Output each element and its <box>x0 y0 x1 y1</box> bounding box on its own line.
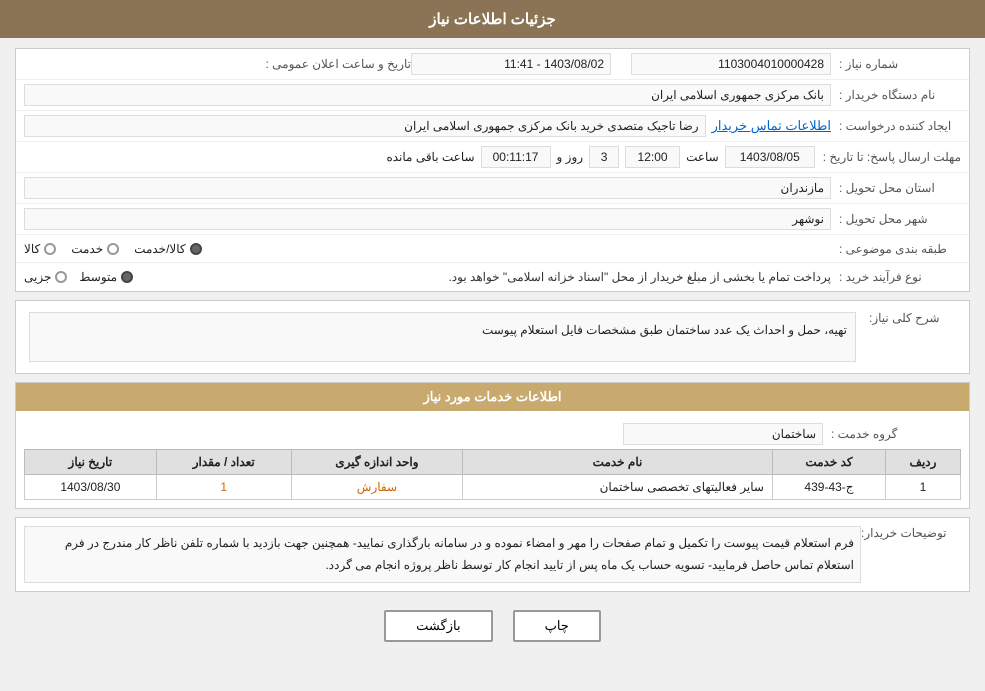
row-unit: سفارش <box>291 475 462 500</box>
row-code: ج-43-439 <box>772 475 885 500</box>
category-label: طبقه بندی موضوعی : <box>831 242 961 256</box>
buyer-name-label: نام دستگاه خریدار : <box>831 88 961 102</box>
announce-datetime-value: 1403/08/02 - 11:41 <box>411 53 611 75</box>
category-kala-khadamat: کالا/خدمت <box>134 242 201 256</box>
province-label: استان محل تحویل : <box>831 181 961 195</box>
deadline-row: مهلت ارسال پاسخ: تا تاریخ : 1403/08/05 س… <box>16 142 969 173</box>
deadline-days-label: روز و <box>557 150 584 164</box>
deadline-label: مهلت ارسال پاسخ: تا تاریخ : <box>815 150 961 164</box>
category-radio-group: کالا/خدمت خدمت کالا <box>24 242 831 256</box>
process-motavasset-radio <box>121 271 133 283</box>
deadline-remaining-label: ساعت باقی مانده <box>386 150 474 164</box>
description-section-label: شرح کلی نیاز: <box>861 307 961 325</box>
creator-value: رضا تاجیک متصدی خرید بانک مرکزی جمهوری ا… <box>24 115 706 137</box>
buyer-notes-section: توضیحات خریدار: فرم استعلام قیمت پیوست ر… <box>15 517 970 592</box>
category-khadamat-radio <box>107 243 119 255</box>
deadline-time-label: ساعت <box>686 150 719 164</box>
col-unit: واحد اندازه گیری <box>291 450 462 475</box>
buyer-notes-content: فرم استعلام قیمت پیوست را تکمیل و تمام ص… <box>24 526 861 583</box>
deadline-time-value: 12:00 <box>625 146 680 168</box>
process-jozvi: جزیی <box>24 270 67 284</box>
province-value: مازندران <box>24 177 831 199</box>
need-number-label: شماره نیاز : <box>831 57 961 71</box>
announce-datetime-label: تاریخ و ساعت اعلان عمومی : <box>231 57 411 71</box>
need-number-value: 1103004010000428 <box>631 53 831 75</box>
process-motavasset: متوسط <box>79 270 133 284</box>
category-kala-khadamat-radio <box>190 243 202 255</box>
process-label: نوع فرآیند خرید : <box>831 270 961 284</box>
services-table: ردیف کد خدمت نام خدمت واحد اندازه گیری ت… <box>24 449 961 500</box>
services-section: اطلاعات خدمات مورد نیاز گروه خدمت : ساخت… <box>15 382 970 509</box>
category-kala: کالا <box>24 242 56 256</box>
description-content: تهیه، حمل و احداث یک عدد ساختمان طبق مشخ… <box>29 312 856 362</box>
contact-link[interactable]: اطلاعات تماس خریدار <box>712 118 831 134</box>
province-row: استان محل تحویل : مازندران <box>16 173 969 204</box>
back-button[interactable]: بازگشت <box>384 610 492 642</box>
category-kala-radio <box>44 243 56 255</box>
col-name: نام خدمت <box>463 450 773 475</box>
process-motavasset-label: متوسط <box>79 270 117 284</box>
col-quantity: تعداد / مقدار <box>156 450 291 475</box>
category-khadamat: خدمت <box>71 242 119 256</box>
process-row: نوع فرآیند خرید : پرداخت تمام یا بخشی از… <box>16 263 969 291</box>
services-title: اطلاعات خدمات مورد نیاز <box>16 383 969 411</box>
process-jozvi-radio <box>55 271 67 283</box>
col-date: تاریخ نیاز <box>25 450 157 475</box>
service-group-value: ساختمان <box>623 423 823 445</box>
col-row: ردیف <box>885 450 960 475</box>
buttons-row: چاپ بازگشت <box>15 600 970 652</box>
row-number: 1 <box>885 475 960 500</box>
city-value: نوشهر <box>24 208 831 230</box>
deadline-days-value: 3 <box>589 146 619 168</box>
deadline-date-value: 1403/08/05 <box>725 146 815 168</box>
page-title: جزئیات اطلاعات نیاز <box>429 11 556 28</box>
category-kala-khadamat-label: کالا/خدمت <box>134 242 185 256</box>
category-kala-label: کالا <box>24 242 40 256</box>
creator-label: ایجاد کننده درخواست : <box>831 119 961 133</box>
description-section: شرح کلی نیاز: تهیه، حمل و احداث یک عدد س… <box>15 300 970 374</box>
service-group-label: گروه خدمت : <box>823 427 953 441</box>
row-service-name: سایر فعالیتهای تخصصی ساختمان <box>463 475 773 500</box>
service-group-row: گروه خدمت : ساختمان <box>24 419 961 449</box>
process-radio-group: متوسط جزیی <box>24 270 133 284</box>
row-date: 1403/08/30 <box>25 475 157 500</box>
need-number-row: شماره نیاز : 1103004010000428 1403/08/02… <box>16 49 969 80</box>
deadline-remaining-value: 00:11:17 <box>481 146 551 168</box>
category-khadamat-label: خدمت <box>71 242 103 256</box>
process-jozvi-label: جزیی <box>24 270 51 284</box>
buyer-name-value: بانک مرکزی جمهوری اسلامی ایران <box>24 84 831 106</box>
category-row: طبقه بندی موضوعی : کالا/خدمت خدمت کالا <box>16 235 969 263</box>
city-row: شهر محل تحویل : نوشهر <box>16 204 969 235</box>
buyer-name-row: نام دستگاه خریدار : بانک مرکزی جمهوری اس… <box>16 80 969 111</box>
buyer-notes-label: توضیحات خریدار: <box>861 526 961 583</box>
page-header: جزئیات اطلاعات نیاز <box>0 0 985 38</box>
creator-row: ایجاد کننده درخواست : اطلاعات تماس خریدا… <box>16 111 969 142</box>
table-row: 1 ج-43-439 سایر فعالیتهای تخصصی ساختمان … <box>25 475 961 500</box>
process-description: پرداخت تمام یا بخشی از مبلغ خریدار از مح… <box>143 270 831 284</box>
print-button[interactable]: چاپ <box>513 610 601 642</box>
row-quantity: 1 <box>156 475 291 500</box>
main-info-section: شماره نیاز : 1103004010000428 1403/08/02… <box>15 48 970 292</box>
city-label: شهر محل تحویل : <box>831 212 961 226</box>
col-code: کد خدمت <box>772 450 885 475</box>
